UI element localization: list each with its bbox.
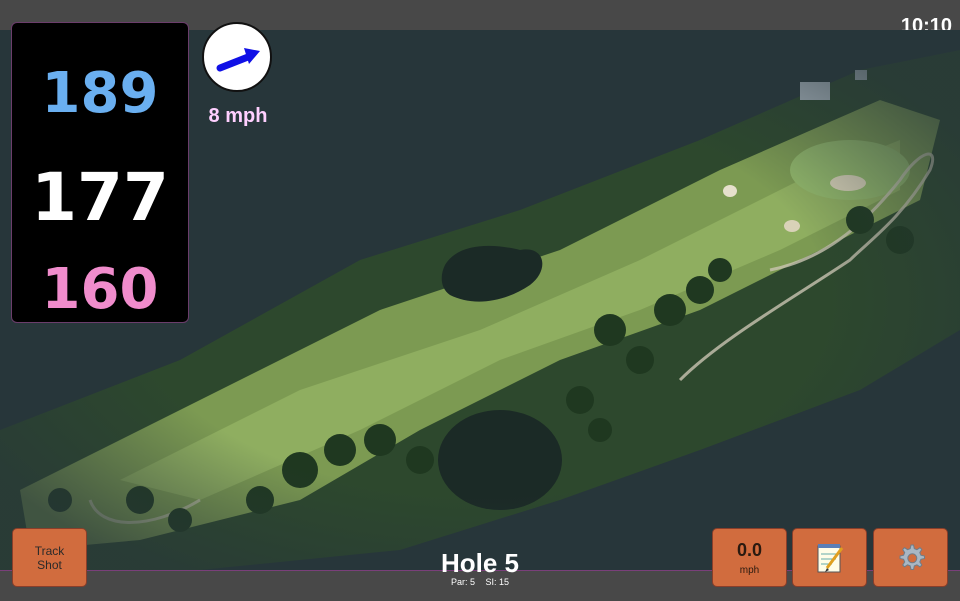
track-shot-label-2: Shot bbox=[37, 557, 62, 572]
gear-icon bbox=[899, 544, 925, 570]
speed-unit: mph bbox=[739, 564, 760, 576]
track-shot-label-1: Track bbox=[34, 543, 65, 558]
distance-middle: 177 bbox=[31, 159, 169, 236]
hole-par: Par: 5 bbox=[450, 577, 475, 587]
notes-button[interactable] bbox=[792, 528, 867, 587]
wind-speed: 8 mph bbox=[208, 105, 268, 127]
hole-title: Hole 5 bbox=[440, 548, 520, 578]
settings-button[interactable] bbox=[873, 528, 948, 587]
wind-dial bbox=[202, 22, 272, 92]
speed-value: 0.0 bbox=[736, 539, 763, 560]
hole-info: Par: 5 SI: 15 bbox=[380, 577, 580, 587]
speed-button[interactable]: 0.0 mph bbox=[712, 528, 787, 587]
distance-front: 160 bbox=[41, 257, 159, 322]
wind-arrow-icon bbox=[216, 48, 260, 72]
hole-stroke-index: SI: 15 bbox=[485, 577, 510, 587]
distance-back: 189 bbox=[41, 61, 159, 126]
distance-panel: 189 177 160 bbox=[11, 22, 189, 323]
track-shot-button[interactable]: Track Shot bbox=[12, 528, 87, 587]
notepad-icon bbox=[817, 543, 843, 572]
